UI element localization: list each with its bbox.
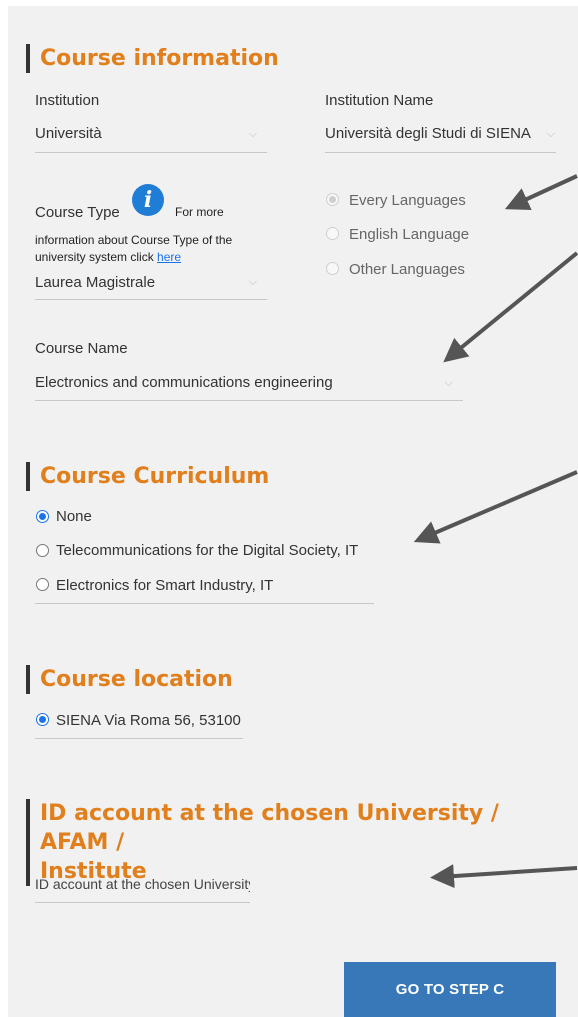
arrow-annotation [504,174,578,211]
arrow-annotation [443,251,578,363]
arrow-annotation [413,470,578,544]
annotation-arrows [413,174,578,889]
arrow-annotation [430,864,578,889]
